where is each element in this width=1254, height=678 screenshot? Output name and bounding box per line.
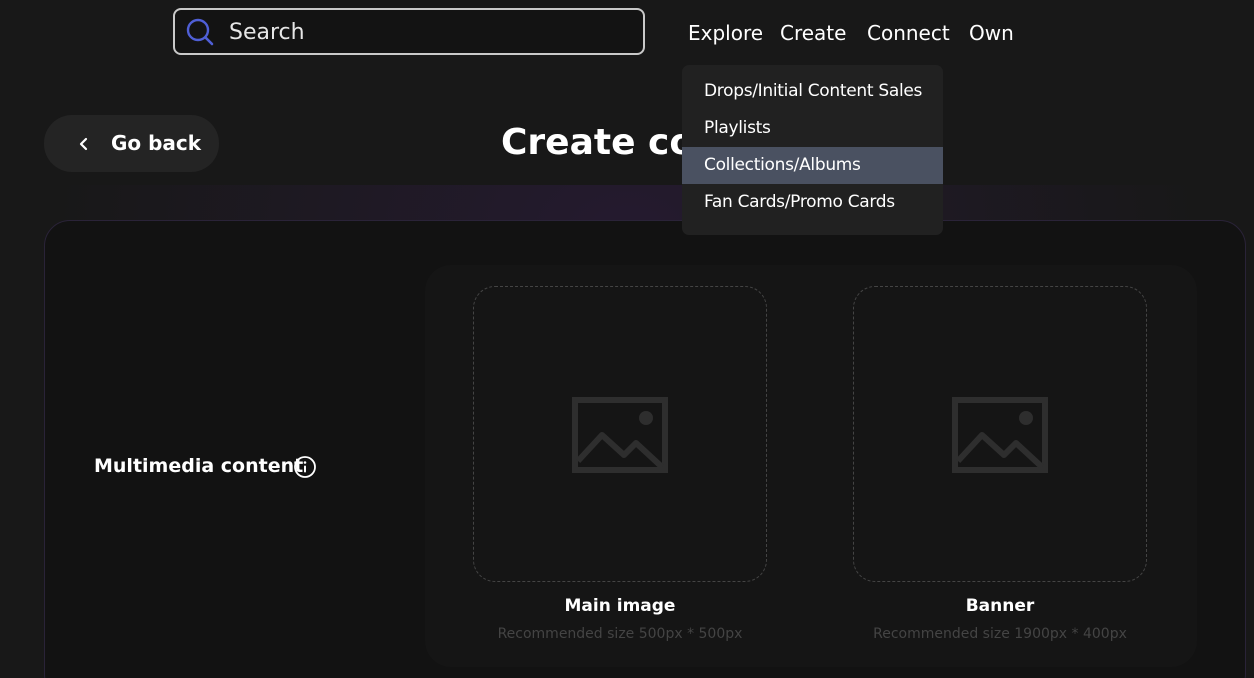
main-image-title: Main image: [564, 596, 676, 616]
search-icon: [186, 18, 214, 46]
nav-create[interactable]: Create: [780, 18, 846, 48]
nav-connect[interactable]: Connect: [867, 18, 950, 48]
go-back-button[interactable]: Go back: [44, 115, 219, 172]
main-image-dropzone[interactable]: [473, 286, 767, 582]
banner-dropzone[interactable]: [853, 286, 1147, 582]
upload-panel: Main image Recommended size 500px * 500p…: [425, 265, 1197, 667]
search-box[interactable]: [173, 8, 645, 55]
banner-title: Banner: [965, 596, 1035, 616]
menu-item-fan-cards[interactable]: Fan Cards/Promo Cards: [682, 184, 943, 221]
nav-explore[interactable]: Explore: [688, 18, 763, 48]
info-icon[interactable]: [293, 455, 317, 479]
image-placeholder-icon: [572, 397, 668, 473]
banner-hint: Recommended size 1900px * 400px: [873, 626, 1127, 642]
menu-item-collections[interactable]: Collections/Albums: [682, 147, 943, 184]
multimedia-content-label: Multimedia content: [94, 455, 304, 477]
nav-own[interactable]: Own: [969, 18, 1014, 48]
create-dropdown-menu: Drops/Initial Content Sales Playlists Co…: [682, 65, 943, 235]
chevron-left-icon: [79, 137, 88, 151]
go-back-label: Go back: [111, 131, 202, 155]
menu-item-playlists[interactable]: Playlists: [682, 110, 943, 147]
menu-item-drops[interactable]: Drops/Initial Content Sales: [682, 73, 943, 110]
image-placeholder-icon: [952, 397, 1048, 473]
main-image-hint: Recommended size 500px * 500px: [497, 626, 743, 642]
search-input[interactable]: [229, 18, 629, 46]
